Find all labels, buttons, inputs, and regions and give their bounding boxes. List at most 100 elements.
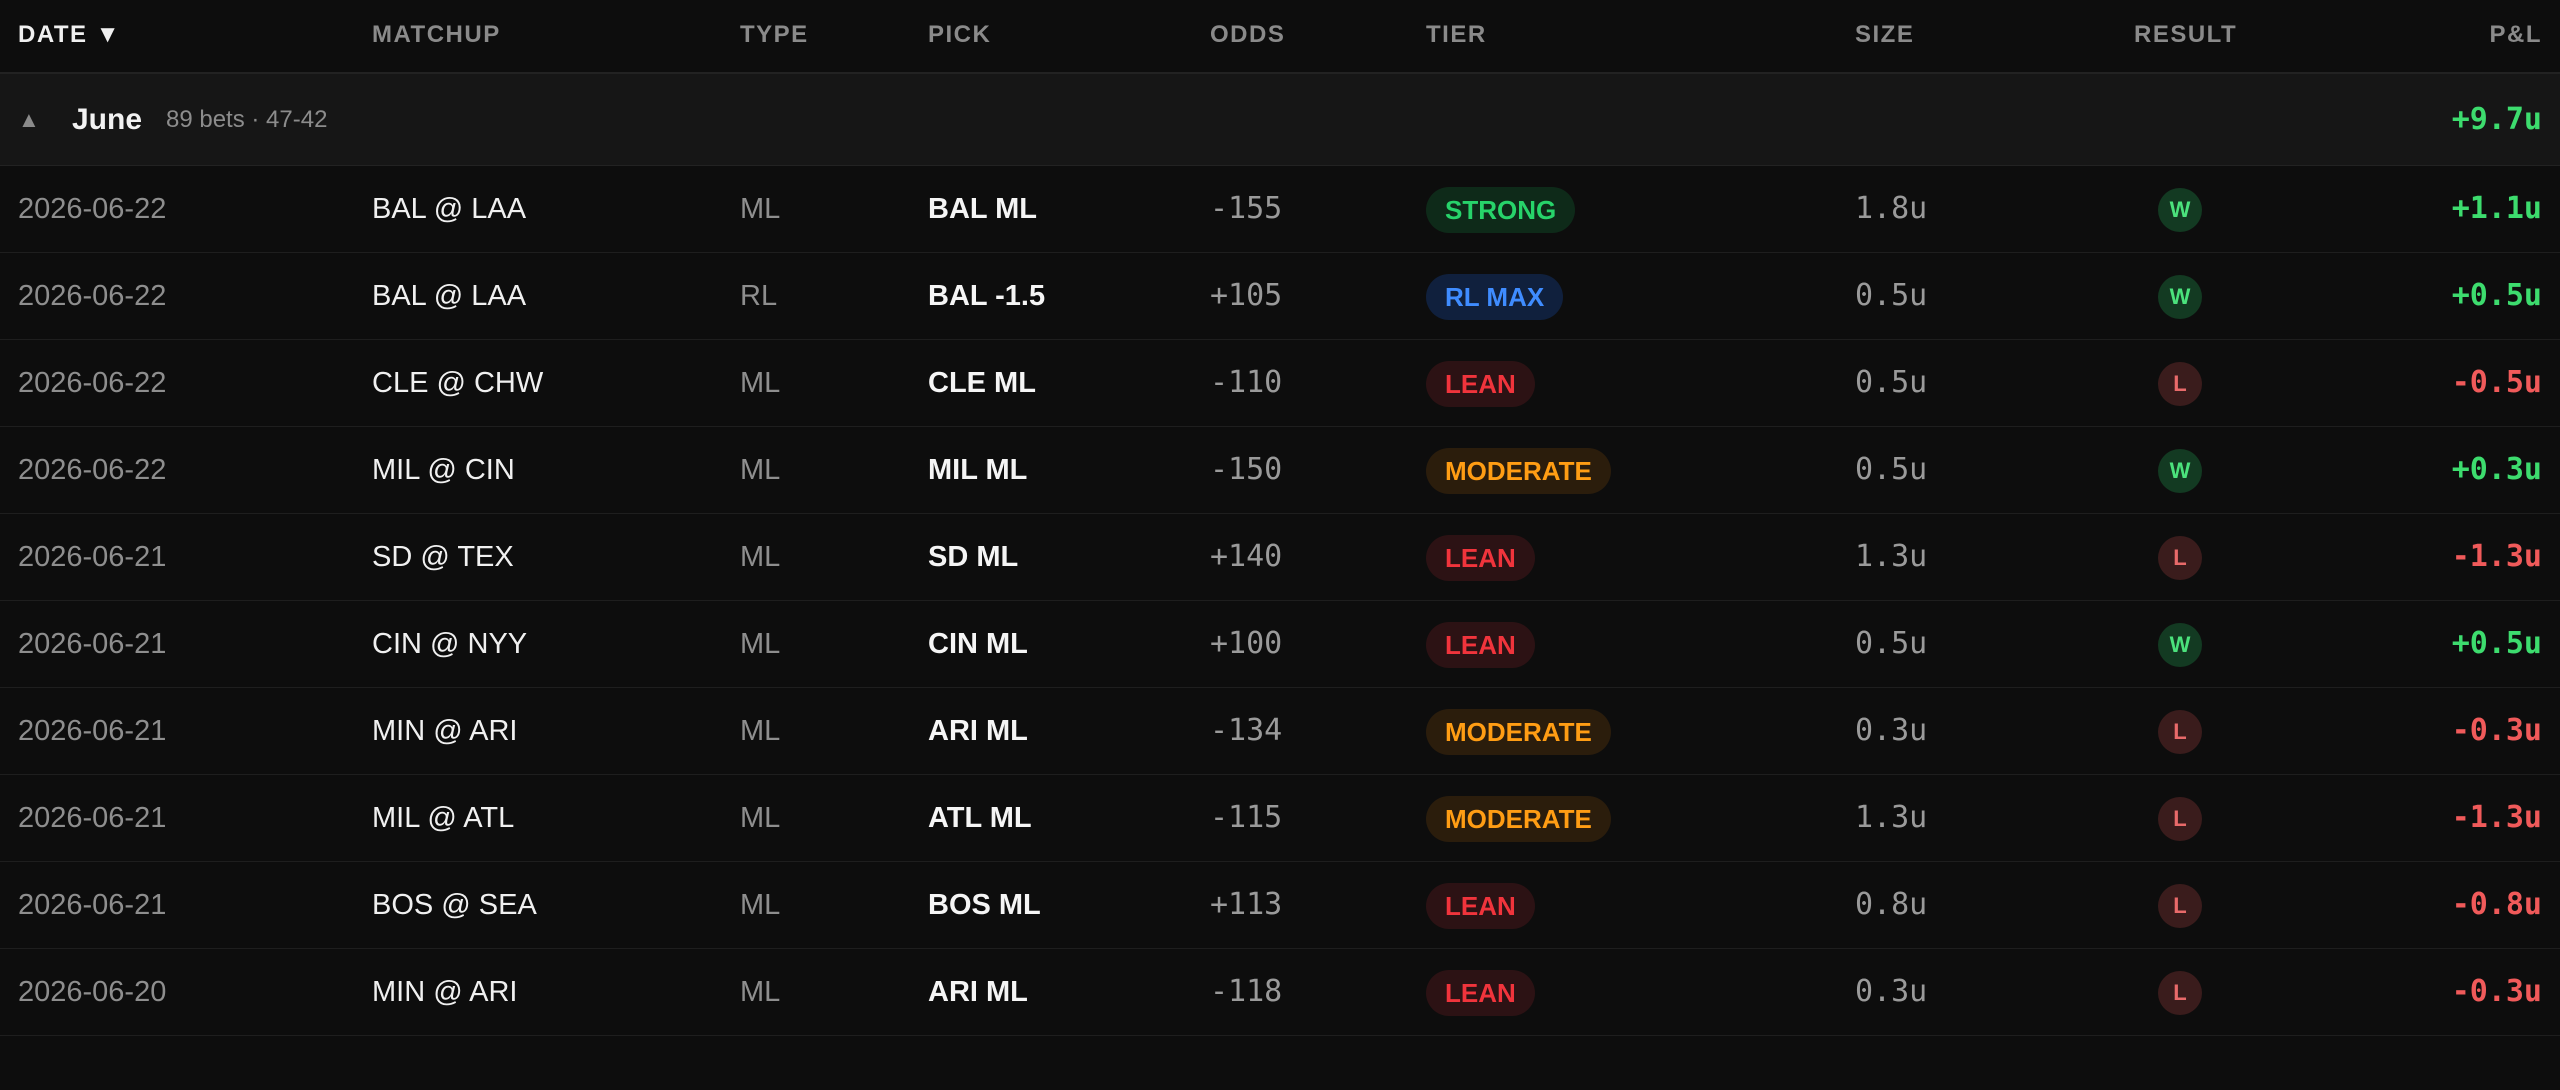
- bet-size: 1.3u: [1855, 800, 1928, 835]
- bet-size: 0.5u: [1855, 626, 1928, 661]
- result-badge: L: [2158, 884, 2202, 929]
- bet-matchup: MIN @ ARI: [372, 976, 518, 1008]
- column-header-date-label: DATE: [18, 21, 88, 48]
- table-row[interactable]: 2026-06-22 BAL @ LAA RL BAL -1.5 +105 RL MAX 0…: [0, 253, 2560, 340]
- bet-pick: BAL -1.5: [928, 280, 1046, 312]
- table-row[interactable]: 2026-06-20 MIN @ ARI ML ARI ML -118 LEAN 0.3u L…: [0, 949, 2560, 1036]
- bet-pick: ATL ML: [928, 802, 1032, 834]
- bet-result-cell: L: [2158, 340, 2202, 426]
- tier-badge: LEAN: [1426, 535, 1535, 582]
- bet-result-cell: L: [2158, 688, 2202, 774]
- bet-date: 2026-06-21: [18, 541, 167, 573]
- result-badge: W: [2158, 623, 2202, 668]
- bet-type: ML: [740, 367, 781, 399]
- bet-odds: +140: [1210, 539, 1283, 574]
- column-header-size[interactable]: SIZE: [1855, 0, 1914, 70]
- bet-size: 0.3u: [1855, 713, 1928, 748]
- bet-pick: BAL ML: [928, 193, 1038, 225]
- bet-odds: +100: [1210, 626, 1283, 661]
- group-name: June: [72, 103, 143, 136]
- bet-matchup: CIN @ NYY: [372, 628, 528, 660]
- bet-date: 2026-06-20: [18, 976, 167, 1008]
- bet-pnl: +1.1u: [2451, 191, 2542, 226]
- bet-odds: -155: [1210, 191, 1283, 226]
- bet-pnl: -0.8u: [2451, 887, 2542, 922]
- result-badge: L: [2158, 710, 2202, 755]
- table-row[interactable]: 2026-06-21 CIN @ NYY ML CIN ML +100 LEAN 0.5u W…: [0, 601, 2560, 688]
- bet-date: 2026-06-21: [18, 802, 167, 834]
- bets-table: DATE ▼ MATCHUP TYPE PICK ODDS TIER SIZE …: [0, 0, 2560, 1036]
- bet-date: 2026-06-22: [18, 454, 167, 486]
- column-header-tier[interactable]: TIER: [1426, 0, 1487, 70]
- column-header-pnl[interactable]: P&L: [2490, 0, 2543, 70]
- bet-matchup: BAL @ LAA: [372, 280, 527, 312]
- bet-type: ML: [740, 715, 781, 747]
- bet-tier-cell: LEAN: [1426, 949, 1535, 1035]
- group-pnl: +9.7u: [2451, 102, 2542, 137]
- bet-tier-cell: MODERATE: [1426, 688, 1611, 774]
- sort-desc-icon: ▼: [95, 21, 121, 48]
- table-row[interactable]: 2026-06-21 MIL @ ATL ML ATL ML -115 MODERATE 1…: [0, 775, 2560, 862]
- bet-date: 2026-06-22: [18, 280, 167, 312]
- column-header-result[interactable]: RESULT: [2134, 0, 2237, 70]
- bet-odds: -115: [1210, 800, 1283, 835]
- bet-type: ML: [740, 802, 781, 834]
- bet-size: 1.3u: [1855, 539, 1928, 574]
- bet-pick: CLE ML: [928, 367, 1036, 399]
- bet-pnl: -0.5u: [2451, 365, 2542, 400]
- table-row[interactable]: 2026-06-21 MIN @ ARI ML ARI ML -134 MODERATE 0…: [0, 688, 2560, 775]
- bet-result-cell: W: [2158, 166, 2202, 252]
- bet-result-cell: W: [2158, 253, 2202, 339]
- bet-matchup: MIL @ ATL: [372, 802, 515, 834]
- bet-size: 0.5u: [1855, 278, 1928, 313]
- bet-pick: SD ML: [928, 541, 1019, 573]
- column-header-odds[interactable]: ODDS: [1210, 0, 1285, 70]
- result-badge: L: [2158, 536, 2202, 581]
- table-header: DATE ▼ MATCHUP TYPE PICK ODDS TIER SIZE …: [0, 0, 2560, 74]
- result-badge: L: [2158, 971, 2202, 1016]
- bet-pnl: -1.3u: [2451, 800, 2542, 835]
- column-header-type[interactable]: TYPE: [740, 0, 809, 70]
- bet-tier-cell: MODERATE: [1426, 427, 1611, 513]
- table-row[interactable]: 2026-06-22 CLE @ CHW ML CLE ML -110 LEAN 0.5u L…: [0, 340, 2560, 427]
- table-row[interactable]: 2026-06-21 SD @ TEX ML SD ML +140 LEAN 1.3u L -1…: [0, 514, 2560, 601]
- bet-tier-cell: RL MAX: [1426, 253, 1564, 339]
- group-header-june[interactable]: ▲ June 89 bets · 47-42 +9.7u: [0, 74, 2560, 166]
- tier-badge: LEAN: [1426, 622, 1535, 669]
- bet-pick: ARI ML: [928, 715, 1028, 747]
- bet-matchup: MIN @ ARI: [372, 715, 518, 747]
- bet-pnl: +0.5u: [2451, 626, 2542, 661]
- bet-tier-cell: LEAN: [1426, 862, 1535, 948]
- bet-size: 0.3u: [1855, 974, 1928, 1009]
- table-row[interactable]: 2026-06-22 BAL @ LAA ML BAL ML -155 STRONG 1.8…: [0, 166, 2560, 253]
- group-summary: 89 bets · 47-42: [166, 106, 328, 133]
- table-row[interactable]: 2026-06-21 BOS @ SEA ML BOS ML +113 LEAN 0.8u L…: [0, 862, 2560, 949]
- bet-odds: -134: [1210, 713, 1283, 748]
- bet-date: 2026-06-21: [18, 628, 167, 660]
- tier-badge: MODERATE: [1426, 448, 1611, 495]
- bet-result-cell: L: [2158, 514, 2202, 600]
- bet-tier-cell: STRONG: [1426, 166, 1576, 252]
- bet-size: 1.8u: [1855, 191, 1928, 226]
- bet-tier-cell: LEAN: [1426, 340, 1535, 426]
- bets-list: 2026-06-22 BAL @ LAA ML BAL ML -155 STRONG 1.8…: [0, 166, 2560, 1036]
- bet-pick: BOS ML: [928, 889, 1041, 921]
- bet-matchup: BOS @ SEA: [372, 889, 537, 921]
- table-row[interactable]: 2026-06-22 MIL @ CIN ML MIL ML -150 MODERATE 0…: [0, 427, 2560, 514]
- bet-result-cell: L: [2158, 949, 2202, 1035]
- column-header-pick[interactable]: PICK: [928, 0, 991, 70]
- bet-size: 0.5u: [1855, 365, 1928, 400]
- bet-type: ML: [740, 889, 781, 921]
- tier-badge: STRONG: [1426, 187, 1576, 234]
- bet-date: 2026-06-22: [18, 193, 167, 225]
- column-header-date[interactable]: DATE ▼: [18, 0, 121, 70]
- column-header-matchup[interactable]: MATCHUP: [372, 0, 501, 70]
- collapse-caret-icon[interactable]: ▲: [18, 74, 40, 166]
- bet-type: ML: [740, 454, 781, 486]
- result-badge: W: [2158, 188, 2202, 233]
- bet-date: 2026-06-22: [18, 367, 167, 399]
- tier-badge: LEAN: [1426, 361, 1535, 408]
- bet-odds: +105: [1210, 278, 1283, 313]
- bet-odds: -110: [1210, 365, 1283, 400]
- tier-badge: LEAN: [1426, 883, 1535, 930]
